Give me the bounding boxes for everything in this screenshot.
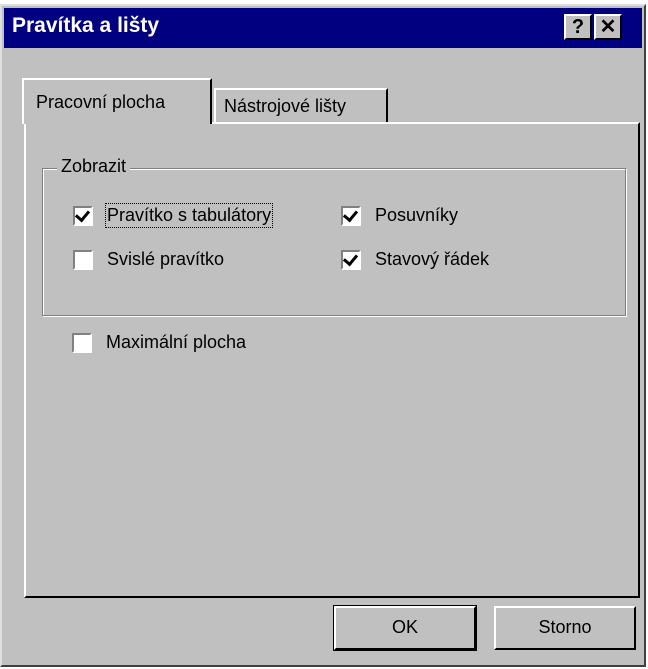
checkbox-label: Maximální plocha (106, 332, 247, 352)
close-button[interactable]: ✕ (594, 14, 622, 40)
tab-nastrojove-listy[interactable]: Nástrojové lišty (214, 88, 388, 122)
tab-label: Pracovní plocha (36, 92, 166, 112)
checkbox-label: Svislé pravítko (107, 249, 225, 269)
checkbox-ruler-tabs[interactable]: Pravítko s tabulátory (73, 203, 274, 228)
checkbox-box[interactable] (73, 249, 93, 270)
help-button[interactable]: ? (564, 14, 592, 40)
checkbox-box[interactable] (73, 205, 93, 226)
ok-button[interactable]: OK (333, 605, 477, 651)
checkbox-vertical-ruler[interactable]: Svislé pravítko (73, 249, 224, 270)
checkbox-label: Stavový řádek (375, 249, 490, 269)
title-bar[interactable]: Pravítka a lišty ? ✕ (4, 8, 642, 48)
checkbox-scrollbars[interactable]: Posuvníky (341, 205, 458, 226)
checkbox-maximize-area[interactable]: Maximální plocha (72, 332, 246, 353)
tab-panel: Zobrazit Pravítko s tabulátory Posuvníky… (24, 122, 640, 598)
window-title: Pravítka a lišty (12, 14, 160, 37)
group-label: Zobrazit (57, 156, 131, 177)
tab-label: Nástrojové lišty (224, 96, 347, 116)
checkbox-status-bar[interactable]: Stavový řádek (341, 249, 489, 270)
checkbox-box[interactable] (341, 205, 361, 226)
checkbox-box[interactable] (341, 249, 361, 270)
display-groupbox: Zobrazit Pravítko s tabulátory Posuvníky… (42, 156, 626, 316)
checkbox-label: Pravítko s tabulátory (104, 203, 274, 228)
checkbox-label: Posuvníky (375, 205, 459, 225)
cancel-button[interactable]: Storno (494, 606, 636, 650)
tab-pracovni-plocha[interactable]: Pracovní plocha (22, 78, 212, 124)
checkbox-box[interactable] (72, 332, 92, 353)
